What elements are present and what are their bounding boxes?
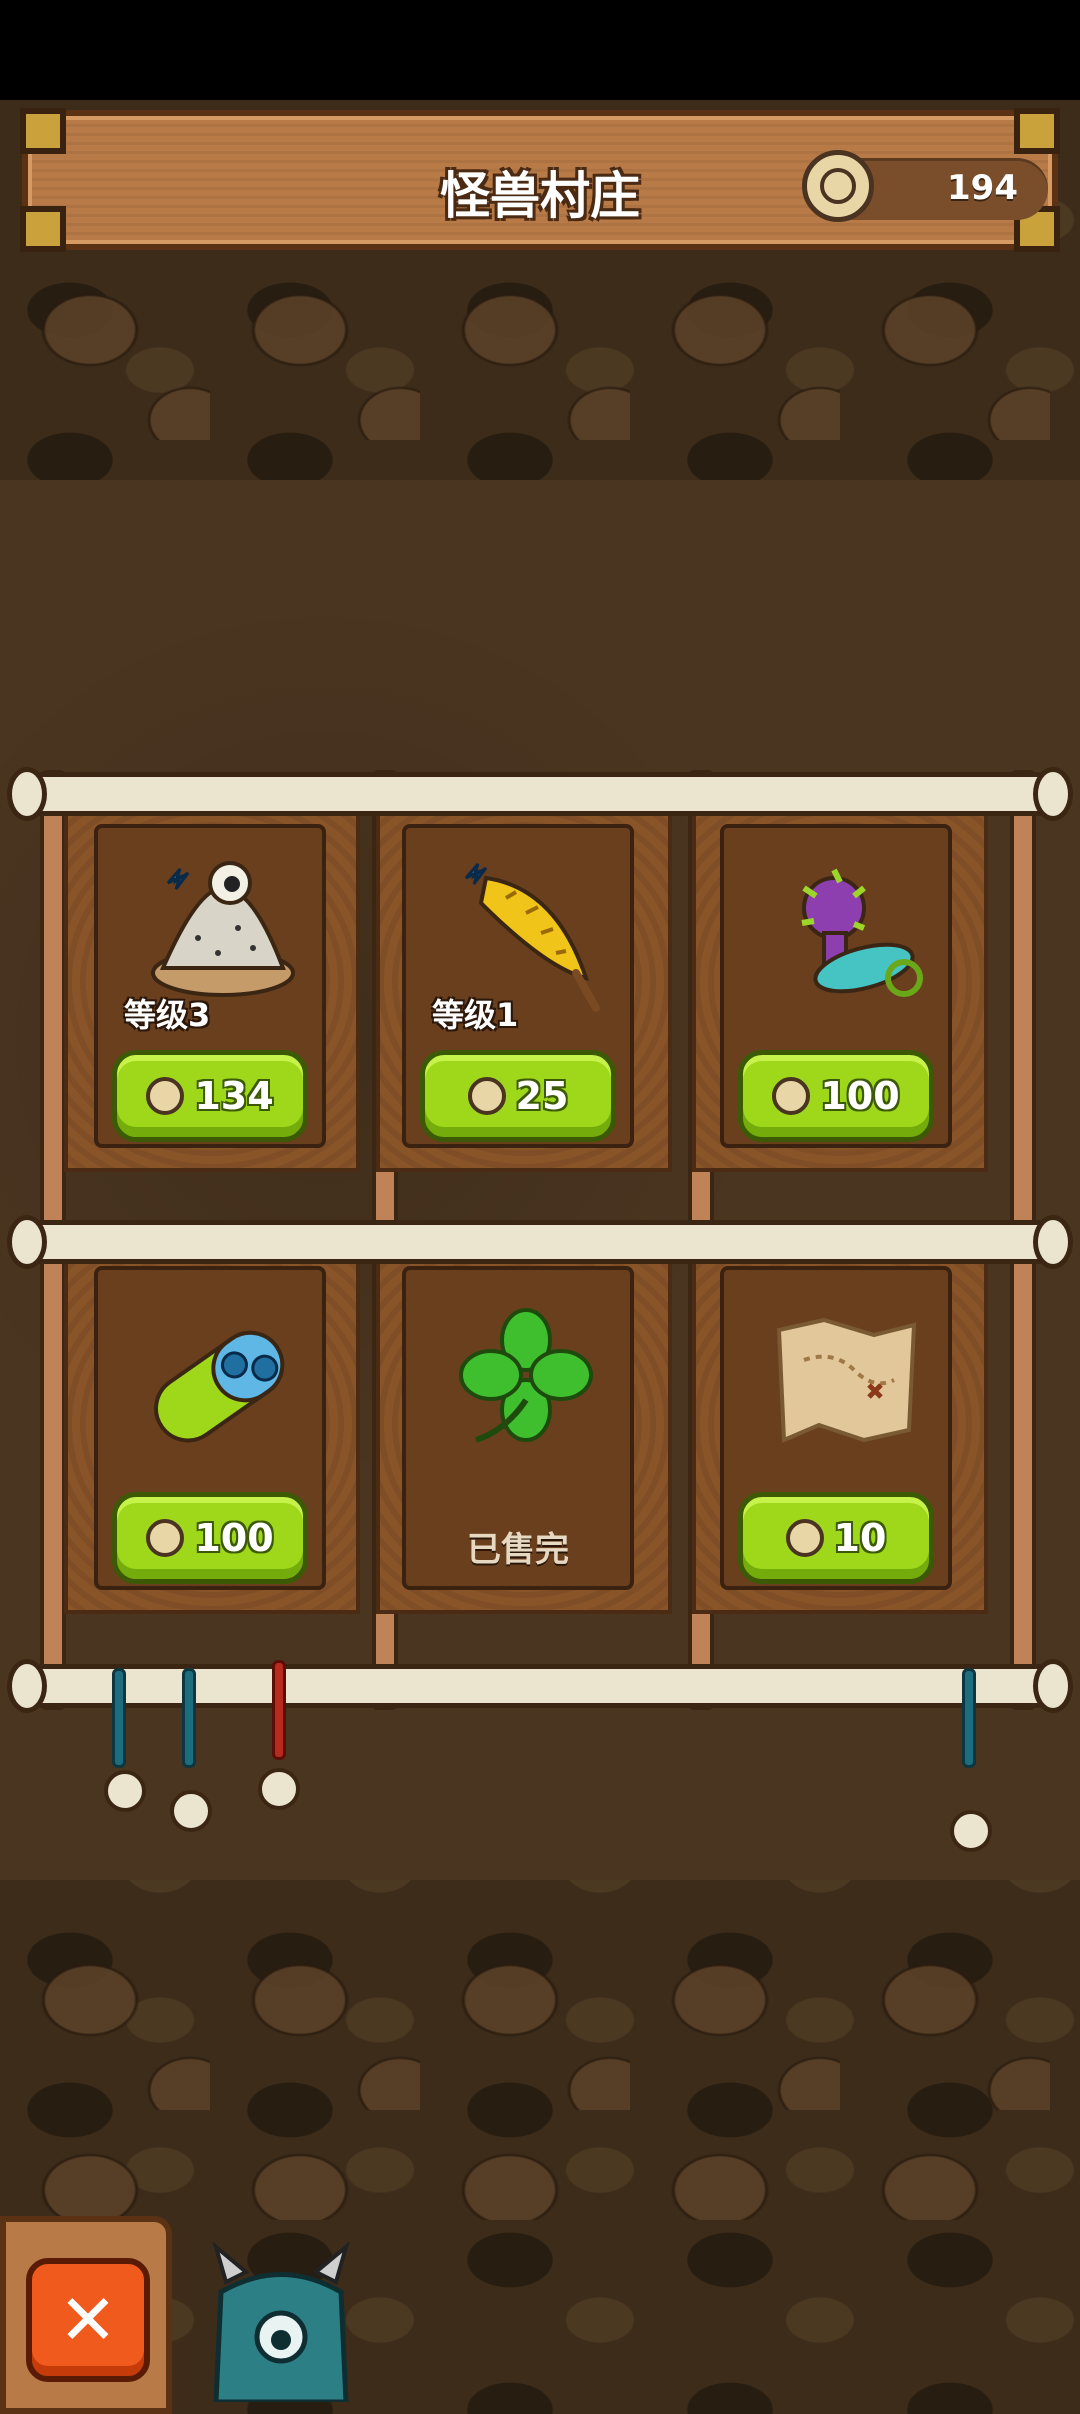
buy-button[interactable]: 10 — [738, 1492, 934, 1584]
bone-knob — [104, 1770, 146, 1812]
price-label: 100 — [194, 1516, 274, 1560]
coin-icon — [146, 1077, 185, 1115]
shop-slot: 已售完 — [376, 1234, 672, 1614]
coin-icon — [785, 1519, 824, 1557]
bone-rail — [7, 1659, 1073, 1713]
shop-board: 等级3 134 等级1 25 100 100 已售完 10 — [7, 760, 1073, 1720]
shop-slot: 等级3 134 — [64, 792, 360, 1172]
coin-icon — [146, 1519, 185, 1557]
shop-slot-panel: 已售完 — [402, 1266, 634, 1590]
treasure-map-icon — [776, 1317, 917, 1443]
close-button[interactable]: ✕ — [26, 2258, 150, 2382]
bone-knob — [258, 1768, 300, 1810]
bone-rail — [7, 1215, 1073, 1269]
item-level: 等级3 — [124, 996, 211, 1034]
rock-band-bottom — [0, 1920, 1080, 2220]
header-corner — [20, 108, 66, 154]
blue-horned-monster-icon[interactable] — [206, 2242, 356, 2402]
price-label: 10 — [833, 1516, 887, 1560]
shop-slot-panel: 等级3 134 — [94, 824, 326, 1148]
price-label: 134 — [194, 1074, 274, 1118]
coin-balance: 194 — [802, 150, 1048, 222]
buy-button[interactable]: 25 — [420, 1050, 616, 1142]
coin-icon — [467, 1077, 506, 1115]
buy-button[interactable]: 100 — [738, 1050, 934, 1142]
shop-slot-panel: 10 — [720, 1266, 952, 1590]
coin-icon — [802, 150, 874, 222]
ab-capsule-icon — [154, 1330, 285, 1443]
coin-icon — [772, 1077, 811, 1115]
hanging-strap — [272, 1660, 286, 1760]
sold-out-label: 已售完 — [467, 1530, 569, 1570]
close-x-icon: ✕ — [58, 2279, 118, 2361]
header-bar: 怪兽村庄 194 — [20, 108, 1060, 252]
hanging-strap — [112, 1668, 126, 1768]
bone-knob — [170, 1790, 212, 1832]
shop-slot: 100 — [64, 1234, 360, 1614]
coin-count: 194 — [947, 168, 1018, 208]
shop-slot: 100 — [692, 792, 988, 1172]
item-level: 等级1 — [432, 996, 519, 1034]
buy-button[interactable]: 134 — [112, 1050, 308, 1142]
status-bar — [0, 0, 1080, 100]
header-corner — [1014, 108, 1060, 154]
spiked-purple-toy-icon — [801, 868, 923, 997]
bone-rail — [7, 767, 1073, 821]
four-leaf-clover-icon — [459, 1308, 593, 1443]
buy-button[interactable]: 100 — [112, 1492, 308, 1584]
shop-slot-panel: 等级1 25 — [402, 824, 634, 1148]
close-panel: ✕ — [0, 2216, 172, 2414]
shop-slot-panel: 100 — [720, 824, 952, 1148]
price-label: 100 — [820, 1074, 900, 1118]
shop-slot: 等级1 25 — [376, 792, 672, 1172]
shop-slot: 10 — [692, 1234, 988, 1614]
shop-slot-panel: 100 — [94, 1266, 326, 1590]
hanging-strap — [182, 1668, 196, 1768]
price-label: 25 — [515, 1074, 569, 1118]
hanging-strap — [962, 1668, 976, 1768]
bone-knob — [950, 1810, 992, 1852]
